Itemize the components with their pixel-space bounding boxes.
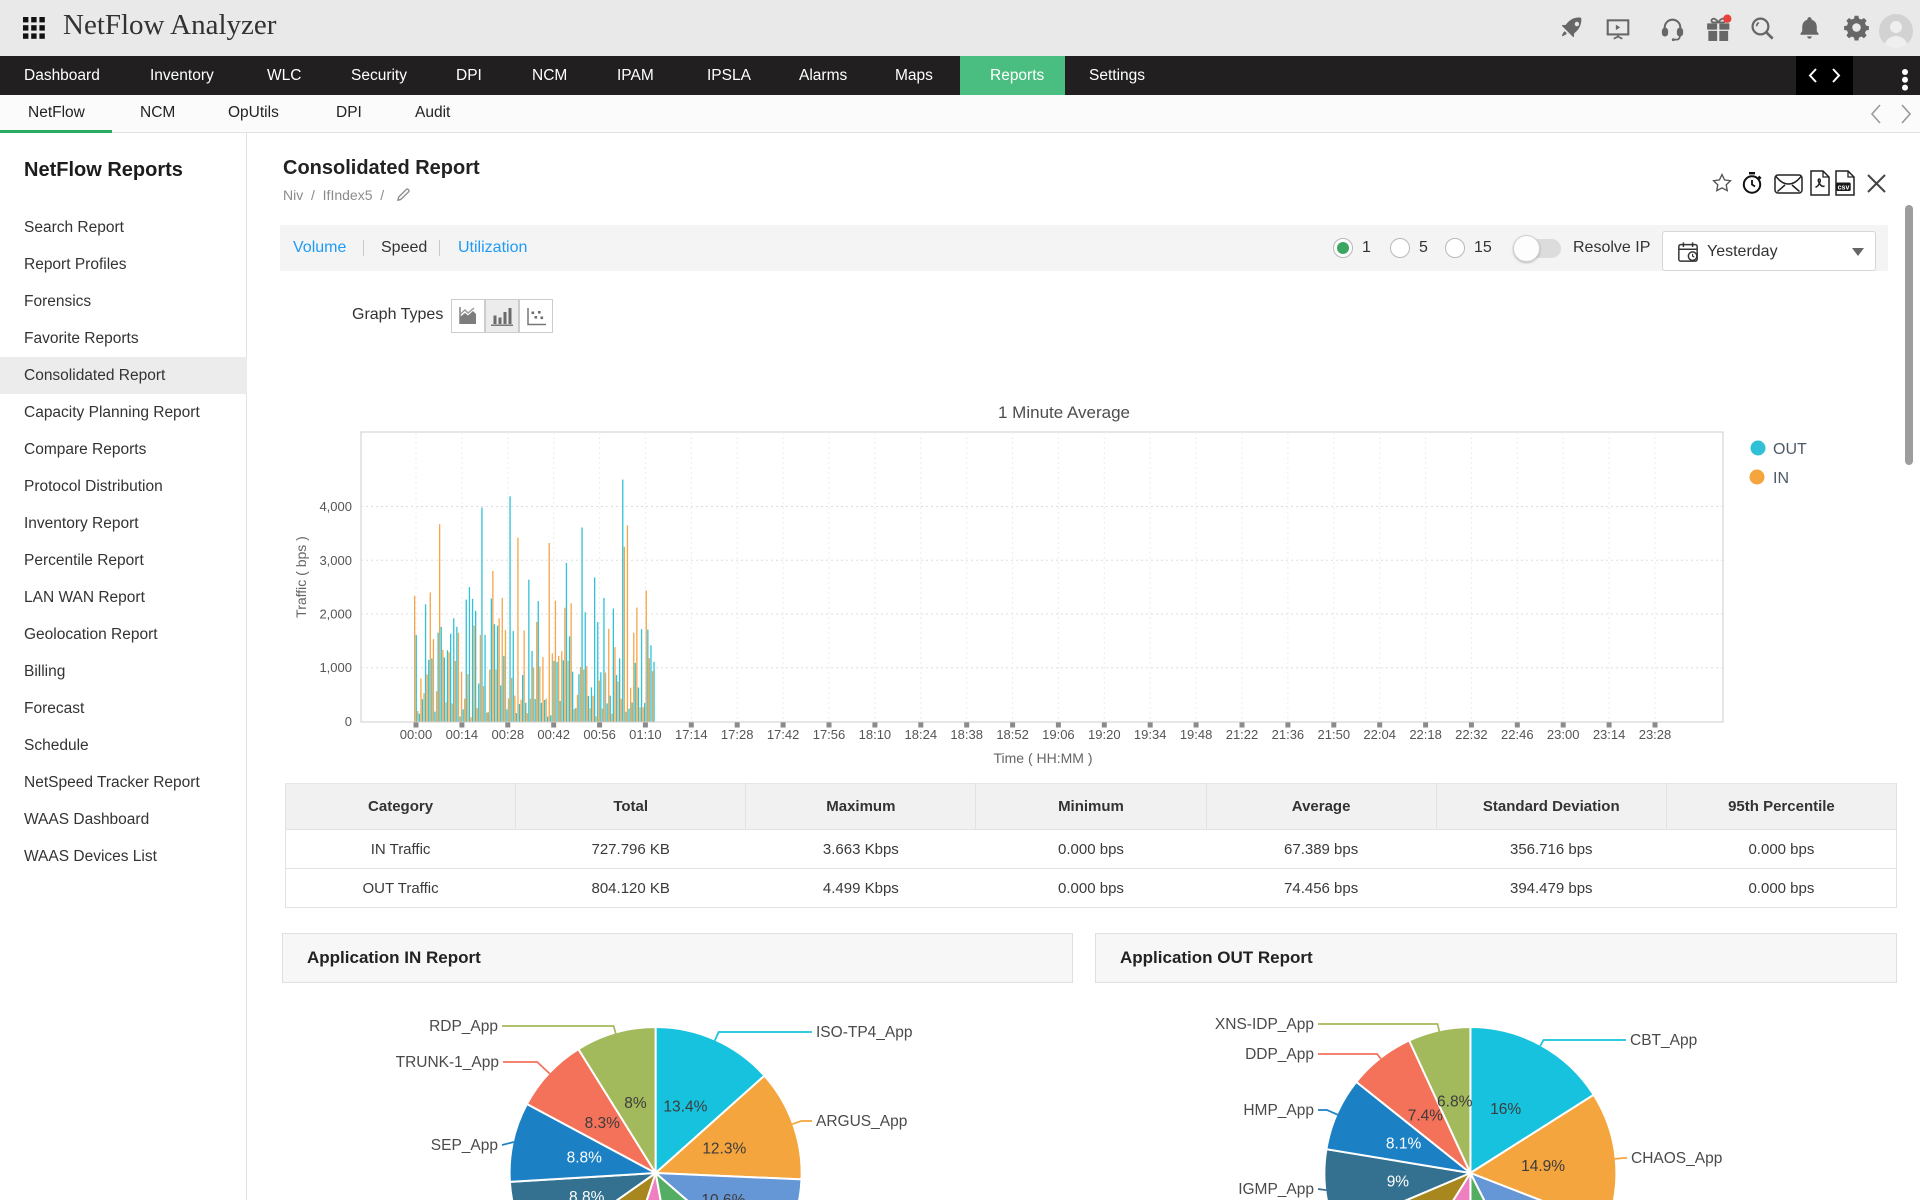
svg-text:CBT_App: CBT_App [1630, 1032, 1697, 1049]
svg-text:DDP_App: DDP_App [1245, 1046, 1314, 1063]
svg-text:SEP_App: SEP_App [431, 1137, 498, 1154]
svg-text:14.9%: 14.9% [1521, 1158, 1565, 1175]
svg-text:8.3%: 8.3% [585, 1115, 621, 1132]
svg-text:RDP_App: RDP_App [429, 1018, 498, 1035]
svg-text:ISO-TP4_App: ISO-TP4_App [816, 1024, 913, 1041]
svg-text:8%: 8% [624, 1095, 647, 1112]
svg-text:6.8%: 6.8% [1437, 1094, 1473, 1111]
svg-text:HMP_App: HMP_App [1243, 1102, 1314, 1119]
svg-text:13.4%: 13.4% [663, 1098, 707, 1115]
svg-text:10.6%: 10.6% [701, 1192, 745, 1200]
svg-text:9%: 9% [1387, 1174, 1410, 1191]
svg-text:CHAOS_App: CHAOS_App [1631, 1150, 1722, 1167]
svg-text:TRUNK-1_App: TRUNK-1_App [396, 1054, 499, 1071]
svg-text:16%: 16% [1490, 1101, 1521, 1118]
svg-text:12.3%: 12.3% [702, 1141, 746, 1158]
svg-text:8.8%: 8.8% [567, 1149, 603, 1166]
svg-text:IGMP_App: IGMP_App [1238, 1181, 1314, 1198]
svg-text:ARGUS_App: ARGUS_App [816, 1113, 907, 1130]
svg-text:8.8%: 8.8% [569, 1189, 605, 1200]
svg-text:8.1%: 8.1% [1386, 1136, 1422, 1153]
svg-text:XNS-IDP_App: XNS-IDP_App [1215, 1016, 1314, 1033]
